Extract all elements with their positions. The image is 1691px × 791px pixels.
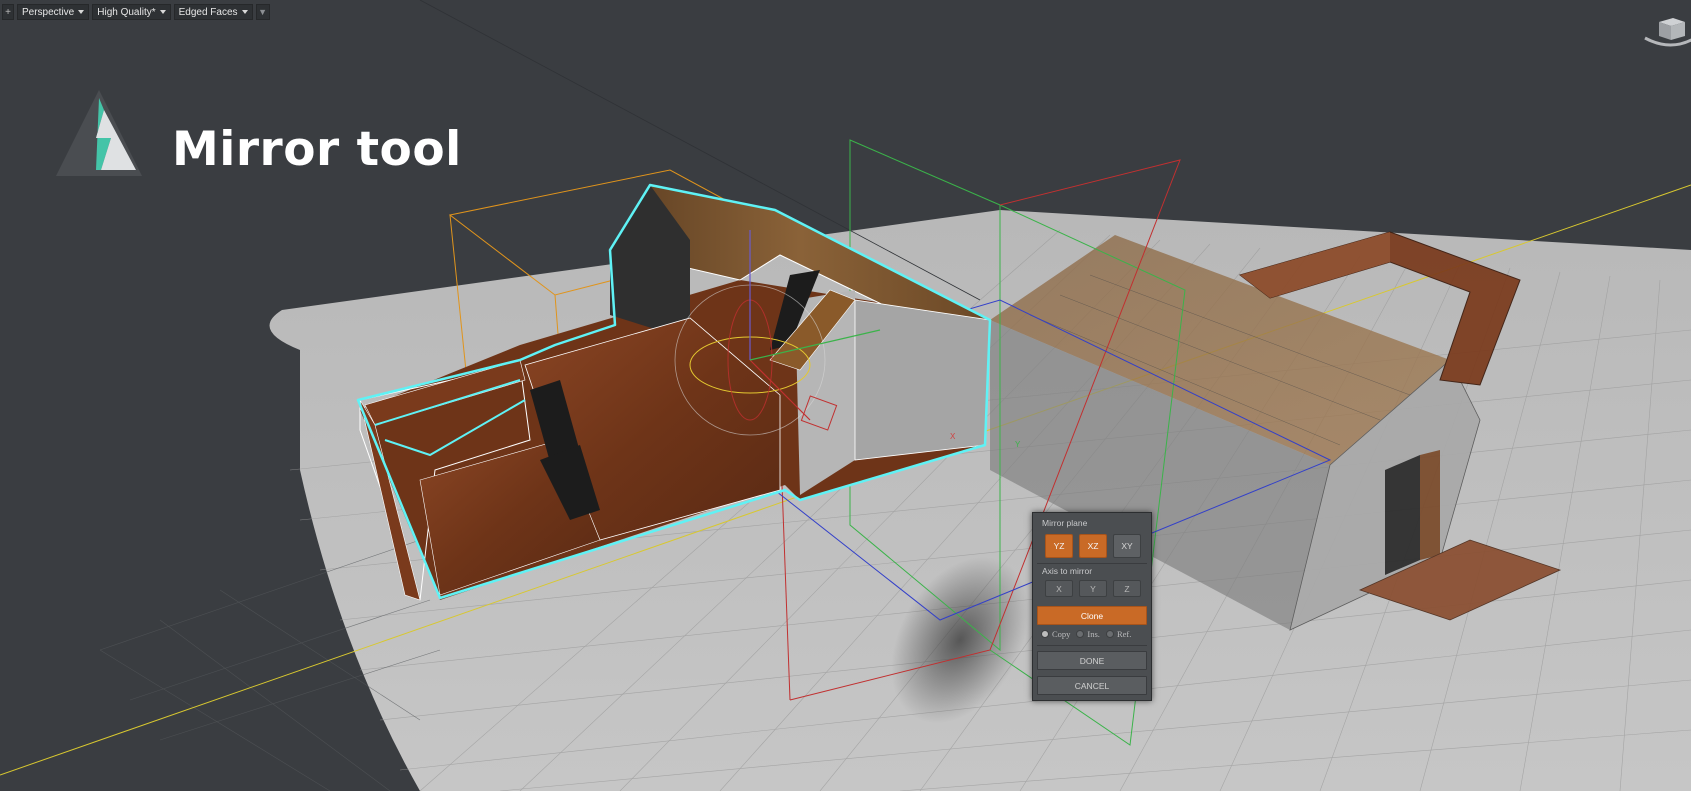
navigation-cube-icon xyxy=(1644,18,1691,47)
chevron-down-icon xyxy=(159,10,166,14)
chevron-down-icon xyxy=(241,10,248,14)
mirror-plane-label: Mirror plane xyxy=(1042,518,1088,528)
view-mode-label: Perspective xyxy=(22,6,75,18)
axis-y-button[interactable]: Y xyxy=(1079,580,1107,597)
clone-instance-radio[interactable]: Ins. xyxy=(1076,629,1100,639)
plus-icon: + xyxy=(5,6,11,18)
shading-dropdown[interactable]: Edged Faces xyxy=(173,4,253,20)
clone-button[interactable]: Clone xyxy=(1037,606,1147,625)
filter-button[interactable]: ▼ xyxy=(255,4,270,20)
3d-viewport[interactable]: X Y + Perspective High Quality* Edged Fa… xyxy=(0,0,1691,791)
divider xyxy=(1037,563,1147,564)
y-axis-label: Y xyxy=(1015,440,1021,449)
axis-x-button[interactable]: X xyxy=(1045,580,1073,597)
radio-label: Ref. xyxy=(1116,629,1132,639)
radio-label: Ins. xyxy=(1087,629,1100,639)
scene-render[interactable] xyxy=(0,0,1691,791)
plane-xy-button[interactable]: XY xyxy=(1113,534,1141,558)
filter-icon: ▼ xyxy=(258,7,267,17)
cancel-button[interactable]: CANCEL xyxy=(1037,676,1147,695)
divider xyxy=(1037,645,1147,646)
quality-dropdown[interactable]: High Quality* xyxy=(92,4,171,20)
radio-dot xyxy=(1041,630,1049,638)
x-axis-label: X xyxy=(950,432,956,441)
chevron-down-icon xyxy=(78,10,85,14)
radio-dot xyxy=(1076,630,1085,638)
axis-buttons: X Y Z xyxy=(1045,580,1141,597)
plane-xz-button[interactable]: XZ xyxy=(1079,534,1107,558)
plane-yz-button[interactable]: YZ xyxy=(1045,534,1073,558)
viewport-toolbar: + Perspective High Quality* Edged Faces … xyxy=(0,2,270,22)
clone-reference-radio[interactable]: Ref. xyxy=(1105,629,1132,639)
shading-label: Edged Faces xyxy=(178,6,238,18)
quality-label: High Quality* xyxy=(97,6,156,18)
add-view-button[interactable]: + xyxy=(2,4,14,20)
clone-copy-radio[interactable]: Copy xyxy=(1041,629,1070,639)
axis-z-button[interactable]: Z xyxy=(1113,580,1141,597)
page-title: Mirror tool xyxy=(172,122,462,177)
radio-label: Copy xyxy=(1052,629,1071,639)
axis-to-mirror-label: Axis to mirror xyxy=(1042,566,1093,576)
view-mode-dropdown[interactable]: Perspective xyxy=(17,4,90,20)
radio-dot xyxy=(1105,630,1114,638)
mirror-tool-panel: Mirror plane YZ XZ XY Axis to mirror X Y… xyxy=(1032,512,1152,701)
mirror-plane-buttons: YZ XZ XY xyxy=(1045,534,1141,558)
clone-mode-options: Copy Ins. Ref. xyxy=(1041,629,1131,639)
done-button[interactable]: DONE xyxy=(1037,651,1147,670)
app-logo-icon xyxy=(56,90,142,176)
